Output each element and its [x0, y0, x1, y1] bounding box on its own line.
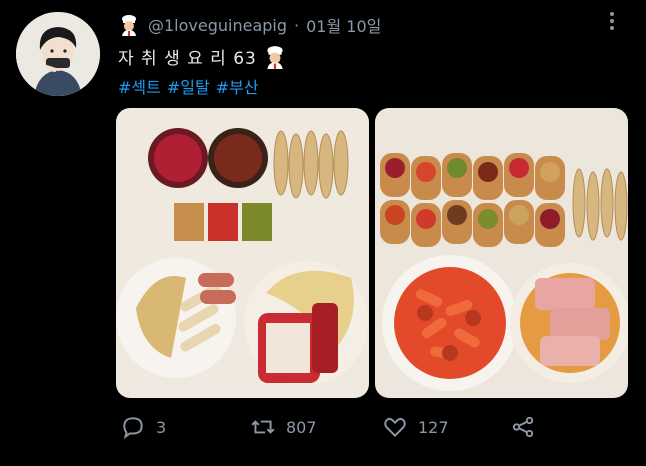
tweet-date[interactable]: 01월 10일 — [306, 13, 381, 37]
share-icon — [512, 416, 534, 438]
heart-icon — [384, 417, 406, 438]
ingredients-photo-illustration — [116, 108, 369, 398]
tweet-media — [116, 108, 628, 398]
more-options-icon[interactable] — [604, 10, 620, 32]
chef-emoji-icon — [267, 45, 283, 69]
retweet-button[interactable]: 807 — [250, 414, 317, 440]
retweet-count: 807 — [286, 417, 317, 437]
chef-emoji-icon — [122, 15, 136, 36]
reply-count: 3 — [156, 417, 167, 437]
avatar-illustration — [16, 12, 100, 96]
share-button[interactable] — [510, 414, 546, 440]
reply-button[interactable]: 3 — [120, 414, 166, 440]
like-count: 127 — [418, 417, 449, 437]
like-button[interactable]: 127 — [382, 414, 449, 440]
retweet-icon — [251, 420, 275, 434]
tweet-text: 자 취 생 요 리 63 — [118, 44, 287, 69]
separator-dot: · — [294, 15, 300, 35]
cooked-meal-photo-illustration — [375, 108, 628, 398]
hashtag-link[interactable]: #부산 — [216, 74, 259, 98]
tweet-text-content: 자 취 생 요 리 63 — [118, 49, 257, 69]
hashtag-list: #섹트 #일탈 #부산 — [118, 74, 259, 98]
hashtag-link[interactable]: #섹트 — [118, 74, 161, 98]
tweet-actions: 3 807 127 — [120, 414, 640, 444]
tweet-handle[interactable]: @1loveguineapig — [148, 16, 287, 35]
tweet-header: @1loveguineapig · 01월 10일 — [118, 13, 381, 37]
photo-cooked-meal[interactable] — [375, 108, 628, 398]
hashtag-link[interactable]: #일탈 — [167, 74, 210, 98]
photo-ingredients[interactable] — [116, 108, 369, 398]
reply-icon — [123, 417, 143, 440]
avatar[interactable] — [16, 12, 100, 96]
